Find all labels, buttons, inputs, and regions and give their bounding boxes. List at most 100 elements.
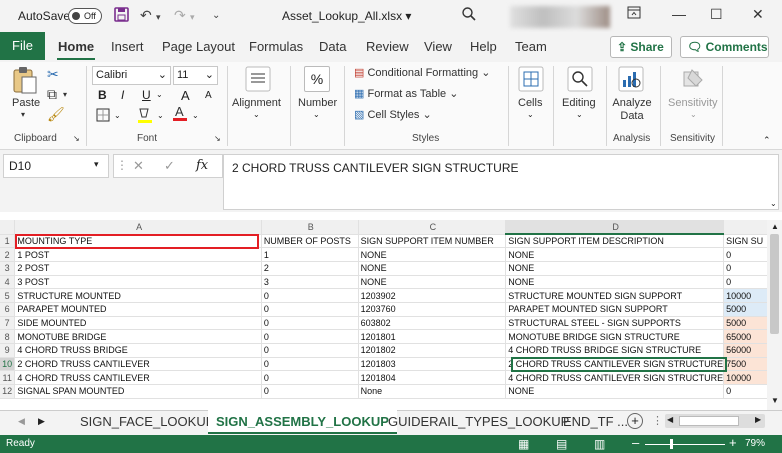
cell[interactable]: SIDE MOUNTED <box>14 316 262 331</box>
editing-icon[interactable] <box>567 66 593 95</box>
zoom-slider[interactable] <box>645 444 725 445</box>
scroll-left-icon[interactable]: ◀ <box>667 415 673 424</box>
select-all-corner[interactable] <box>0 220 16 235</box>
cell[interactable]: 5000 <box>723 302 768 317</box>
cell[interactable]: 0 <box>261 384 359 399</box>
comments-button[interactable]: 🗨 Comments <box>680 36 769 58</box>
undo-icon[interactable]: ↶ <box>140 7 152 24</box>
redo-dropdown-icon[interactable]: ▾ <box>190 12 195 23</box>
row-header[interactable]: 6 <box>0 302 16 317</box>
sheet-tab-sign-face-lookup[interactable]: SIGN_FACE_LOOKUP <box>72 410 222 434</box>
name-box-dropdown-icon[interactable]: ▾ <box>94 159 99 170</box>
column-header-d[interactable]: D <box>505 220 725 235</box>
cell[interactable]: SIGN SU <box>723 234 768 249</box>
account-area[interactable] <box>510 6 610 28</box>
fill-color-icon[interactable] <box>137 106 153 127</box>
row-header[interactable]: 12 <box>0 384 16 399</box>
cell[interactable]: 1 <box>261 247 359 262</box>
cell[interactable]: 0 <box>261 343 359 358</box>
scroll-up-icon[interactable]: ▲ <box>771 222 779 231</box>
row-header[interactable]: 7 <box>0 316 16 331</box>
row-header[interactable]: 5 <box>0 288 16 303</box>
tab-view[interactable]: View <box>424 39 452 54</box>
formula-input[interactable]: 2 CHORD TRUSS CANTILEVER SIGN STRUCTURE <box>223 154 779 210</box>
cell[interactable]: 4 CHORD TRUSS CANTILEVER <box>14 370 262 386</box>
editing-button[interactable]: Editing <box>562 97 596 109</box>
cell[interactable]: 65000 <box>723 329 768 344</box>
cell[interactable]: 0 <box>723 275 768 290</box>
next-sheet-icon[interactable]: ▶ <box>38 416 45 427</box>
cell[interactable]: 0 <box>261 316 359 331</box>
alignment-button[interactable]: Alignment <box>232 97 281 109</box>
shrink-font-button[interactable]: A <box>205 90 212 101</box>
underline-button[interactable]: U <box>142 88 151 102</box>
tab-team[interactable]: Team <box>515 39 547 54</box>
percent-icon[interactable]: % <box>304 66 330 92</box>
cell[interactable]: 0 <box>261 329 359 344</box>
page-break-view-icon[interactable]: ▥ <box>594 437 605 451</box>
customize-toolbar-icon[interactable]: ⌄ <box>212 10 220 21</box>
paste-icon[interactable] <box>12 66 38 97</box>
save-icon[interactable] <box>114 7 129 25</box>
clipboard-launcher-icon[interactable]: ↘ <box>73 134 80 143</box>
cell[interactable]: 0 <box>261 288 359 303</box>
cell[interactable]: NONE <box>358 275 507 290</box>
row-header[interactable]: 11 <box>0 370 16 386</box>
cell[interactable]: 0 <box>723 247 768 262</box>
borders-icon[interactable] <box>96 108 110 125</box>
more-icon[interactable]: ⋮ <box>652 414 663 427</box>
scroll-right-icon[interactable]: ▶ <box>755 415 761 424</box>
grow-font-button[interactable]: A <box>181 88 190 103</box>
collapse-ribbon-icon[interactable]: ⌃ <box>763 135 771 146</box>
cell[interactable]: 603802 <box>358 316 507 331</box>
conditional-formatting-button[interactable]: ▤ Conditional Formatting ⌄ <box>354 66 490 79</box>
column-header-a[interactable]: A <box>14 220 262 235</box>
cell[interactable]: 5000 <box>723 316 768 331</box>
cell[interactable]: 10000 <box>723 370 768 386</box>
tab-formulas[interactable]: Formulas <box>249 39 303 54</box>
font-color-dropdown-icon[interactable]: ⌄ <box>192 111 199 120</box>
cell[interactable]: 0 <box>723 384 768 399</box>
cell[interactable]: PARAPET MOUNTED <box>14 302 262 317</box>
analyze-data-icon[interactable] <box>618 66 644 95</box>
cell[interactable]: 1201801 <box>358 329 507 344</box>
minimize-icon[interactable]: — <box>672 6 686 22</box>
row-header[interactable]: 10 <box>0 357 16 372</box>
cell[interactable]: 4 CHORD TRUSS BRIDGE <box>14 343 262 358</box>
chevron-down-icon[interactable]: ⌄ <box>576 110 583 119</box>
paste-label[interactable]: Paste <box>12 97 40 109</box>
column-header-c[interactable]: C <box>358 220 507 235</box>
cell[interactable]: 3 POST <box>14 275 262 290</box>
cell[interactable]: NONE <box>505 384 725 399</box>
cell[interactable]: 1203902 <box>358 288 507 303</box>
cell[interactable]: NONE <box>505 247 725 262</box>
zoom-slider-thumb[interactable] <box>670 439 673 449</box>
cell[interactable]: STRUCTURE MOUNTED <box>14 288 262 303</box>
analyze-data-button[interactable]: Analyze Data <box>612 97 652 123</box>
close-icon[interactable]: ✕ <box>752 6 764 23</box>
font-name-dropdown[interactable]: Calibri ⌄ <box>92 66 171 85</box>
row-header[interactable]: 3 <box>0 261 16 276</box>
cell[interactable]: 2 <box>261 261 359 276</box>
cells-button[interactable]: Cells <box>518 97 542 109</box>
normal-view-icon[interactable]: ▦ <box>518 437 529 451</box>
cell[interactable]: 1201802 <box>358 343 507 358</box>
tab-help[interactable]: Help <box>470 39 497 54</box>
share-button[interactable]: ⇪ Share <box>610 36 672 58</box>
cell[interactable]: 2 CHORD TRUSS CANTILEVER <box>14 357 262 372</box>
cell[interactable]: NONE <box>505 261 725 276</box>
cell[interactable]: 0 <box>723 261 768 276</box>
sheet-tab-sign-assembly-lookup[interactable]: SIGN_ASSEMBLY_LOOKUP <box>208 410 397 434</box>
chevron-down-icon[interactable]: ⌄ <box>253 110 260 119</box>
cell-styles-button[interactable]: ▧ Cell Styles ⌄ <box>354 108 432 121</box>
paste-dropdown-icon[interactable]: ▾ <box>21 110 25 119</box>
cell[interactable]: 0 <box>261 302 359 317</box>
cell[interactable]: NONE <box>505 275 725 290</box>
tab-page-layout[interactable]: Page Layout <box>162 39 235 54</box>
cell[interactable]: 3 <box>261 275 359 290</box>
document-title[interactable]: Asset_Lookup_All.xlsx ▾ <box>282 9 411 23</box>
cell[interactable]: SIGN SUPPORT ITEM NUMBER <box>358 234 507 249</box>
font-color-icon[interactable]: A <box>172 104 188 125</box>
row-header[interactable]: 4 <box>0 275 16 290</box>
cut-icon[interactable]: ✂ <box>47 66 59 83</box>
